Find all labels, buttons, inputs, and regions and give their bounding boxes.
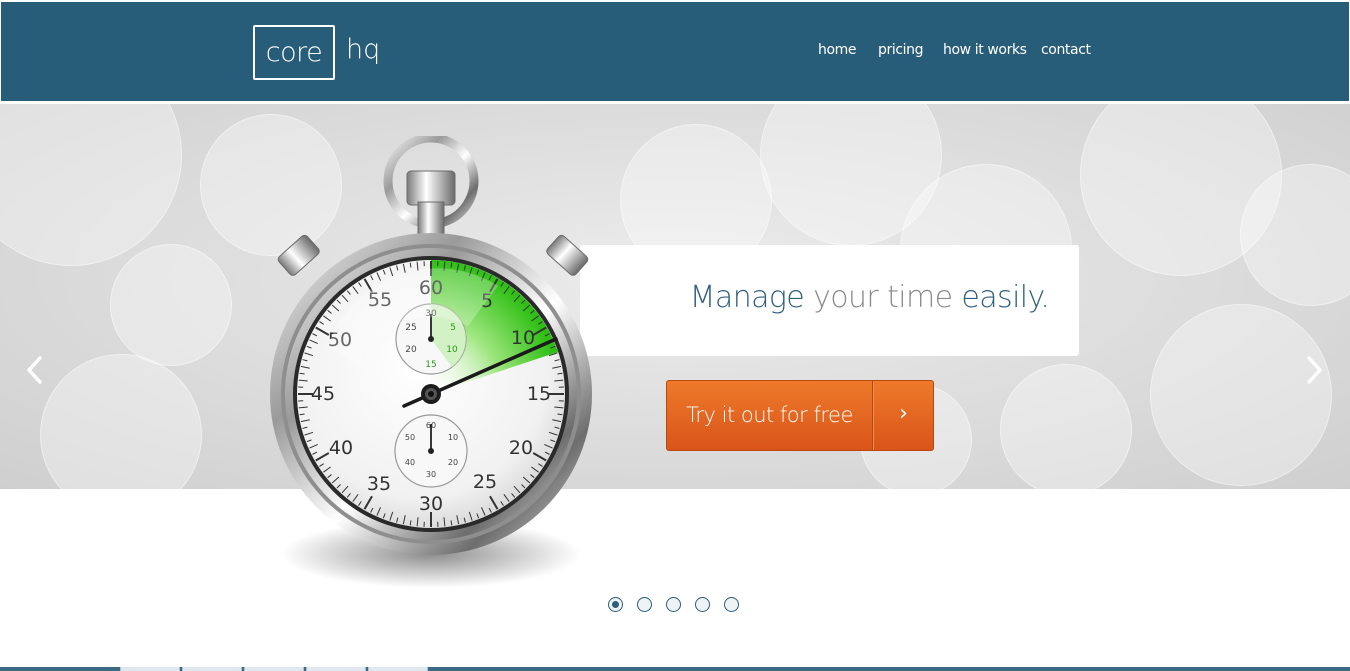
dial-number: 10: [511, 327, 535, 349]
slider-prev-button[interactable]: [24, 355, 46, 385]
subdial-number: 50: [405, 433, 415, 442]
subdial-number: 10: [448, 433, 458, 442]
nav-how-it-works[interactable]: how it works: [943, 42, 1027, 58]
dial-number: 45: [311, 383, 335, 405]
subdial-number: 40: [405, 458, 415, 467]
try-free-label: Try it out for free: [686, 403, 853, 427]
nav-contact[interactable]: contact: [1041, 42, 1091, 58]
bokeh-circle: [1150, 304, 1332, 486]
subdial-number: 15: [425, 360, 436, 370]
dial-number: 15: [527, 383, 551, 405]
tagline-heading: Manage your time easily.: [580, 280, 1079, 315]
bottom-tab: [182, 667, 242, 671]
slider-dot-1[interactable]: [608, 597, 623, 612]
tagline-word-your-time: your time: [813, 280, 953, 315]
bottom-tab: [306, 667, 366, 671]
slider-dot-2[interactable]: [637, 597, 652, 612]
chevron-left-icon: [27, 356, 42, 384]
bokeh-circle: [1000, 364, 1132, 489]
slider-next-button[interactable]: [1303, 355, 1325, 385]
chevron-right-icon: [1307, 356, 1322, 384]
dial-number: 25: [473, 471, 497, 493]
slider-dot-3[interactable]: [666, 597, 681, 612]
bottom-tab: [368, 667, 428, 671]
slider-dot-5[interactable]: [724, 597, 739, 612]
stopwatch-illustration: 60 5 10 15 20 25 30 35 40 45 50 55 30 5 …: [270, 136, 592, 588]
nav-home[interactable]: home: [818, 42, 856, 58]
subdial-number: 20: [448, 458, 458, 467]
nav-pricing[interactable]: pricing: [878, 42, 923, 58]
bokeh-circle: [110, 244, 232, 366]
subdial-number: 10: [446, 345, 458, 355]
bokeh-circle: [40, 354, 202, 489]
dial-number: 20: [509, 437, 533, 459]
slider-dot-4[interactable]: [695, 597, 710, 612]
subdial-number: 5: [450, 323, 456, 333]
dial-number: 40: [329, 437, 353, 459]
site-header: core hq home pricing how it works contac…: [1, 2, 1349, 101]
subdial-number: 25: [405, 323, 416, 333]
try-free-button[interactable]: Try it out for free ›: [666, 380, 934, 451]
tagline-word-manage: Manage: [689, 280, 805, 315]
dial-number: 30: [419, 493, 443, 515]
tagline-box: Manage your time easily.: [580, 245, 1079, 356]
bokeh-circle: [0, 104, 182, 266]
subdial-number: 20: [405, 345, 417, 355]
dial-number: 35: [367, 473, 391, 495]
bottom-tab: [120, 667, 180, 671]
subdial-number: 30: [426, 470, 436, 479]
chevron-right-icon: ›: [899, 401, 908, 426]
bottom-tab: [244, 667, 304, 671]
tagline-word-easily: easily.: [961, 280, 1050, 315]
main-nav: home pricing how it works contact: [1, 42, 1349, 62]
